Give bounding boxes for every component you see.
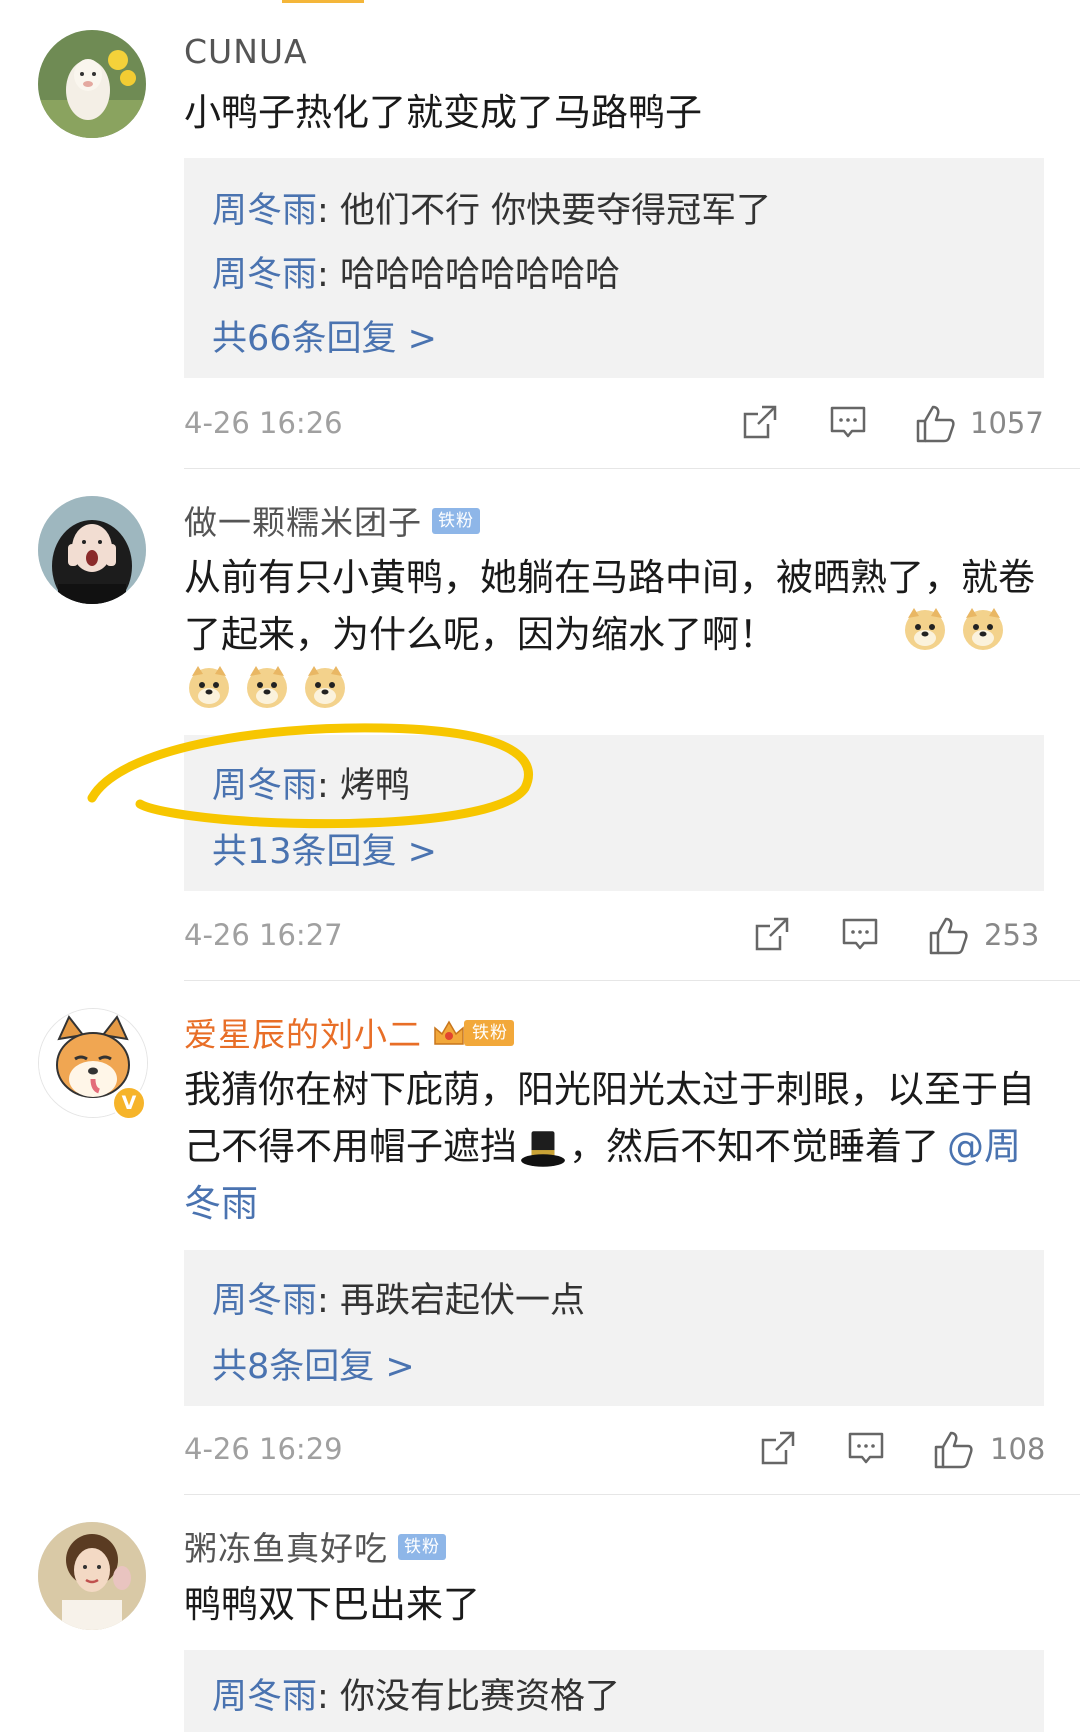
emoji-row — [902, 606, 1006, 652]
reply-author[interactable]: 周冬雨 — [212, 255, 317, 295]
username[interactable]: 做一颗糯米团子 铁粉 — [184, 496, 480, 544]
comment-icon — [830, 406, 866, 438]
reply-separator: : — [317, 191, 340, 231]
fan-badge: 铁粉 — [398, 1533, 446, 1560]
timestamp: 4-26 16:26 — [184, 406, 343, 440]
comment-body: 鸭鸭双下巴出来了 — [184, 1583, 480, 1626]
thumbs-up-icon — [929, 917, 968, 955]
reply-separator: : — [317, 255, 340, 295]
reply-box[interactable]: 周冬雨: 他们不行 你快要夺得冠军了 周冬雨: 哈哈哈哈哈哈哈哈 共66条回复 … — [184, 158, 1044, 378]
thumbs-up-icon — [916, 405, 955, 443]
comment-icon — [848, 1432, 884, 1464]
reply-author[interactable]: 周冬雨 — [212, 766, 317, 806]
share-button[interactable] — [752, 914, 792, 958]
reply-line[interactable]: 周冬雨: 烤鸭 — [212, 757, 410, 808]
like-button[interactable] — [932, 1428, 976, 1472]
timestamp: 4-26 16:27 — [184, 918, 343, 952]
reply-author[interactable]: 周冬雨 — [212, 191, 317, 231]
share-button[interactable] — [740, 402, 780, 446]
divider — [184, 1494, 1080, 1495]
username-text[interactable]: CUNUA — [184, 32, 308, 71]
comment-button[interactable] — [840, 914, 880, 958]
divider — [184, 468, 1080, 469]
fan-badge: 铁粉 — [464, 1019, 514, 1046]
username-text[interactable]: 做一颗糯米团子 — [184, 503, 422, 542]
avatar[interactable] — [38, 30, 146, 138]
share-icon — [743, 405, 777, 439]
comment-meta: 4-26 16:26 1057 — [184, 402, 1044, 446]
reply-text: 再跌宕起伏一点 — [339, 1281, 585, 1321]
more-replies-link[interactable]: 共66条回复 > — [212, 310, 437, 361]
doge-emoji-icon — [305, 666, 345, 708]
like-count: 1057 — [970, 406, 1044, 440]
emoji-row — [186, 664, 348, 710]
like-count: 253 — [984, 918, 1040, 952]
like-count: 108 — [990, 1432, 1046, 1466]
avatar[interactable] — [38, 1522, 146, 1630]
like-button[interactable] — [914, 402, 958, 446]
doge-emoji-icon — [963, 608, 1003, 650]
reply-author[interactable]: 周冬雨 — [212, 1281, 317, 1321]
lamb-avatar-image — [38, 30, 146, 138]
share-button[interactable] — [758, 1428, 798, 1472]
like-button[interactable] — [927, 914, 971, 958]
top-hat-emoji-icon — [521, 1130, 565, 1167]
username-text[interactable]: 粥冻鱼真好吃 — [184, 1529, 388, 1568]
username-text[interactable]: 爱星辰的刘小二 — [184, 1015, 422, 1054]
reply-author[interactable]: 周冬雨 — [212, 1677, 317, 1717]
reply-line[interactable]: 周冬雨: 你没有比赛资格了 — [212, 1668, 620, 1719]
comment-text: 我猜你在树下庇荫，阳光阳光太过于刺眼，以至于自己不得不用帽子遮挡 ，然后不知不觉睡… — [184, 1061, 1054, 1232]
reply-box[interactable]: 周冬雨: 烤鸭 共13条回复 > — [184, 735, 1044, 891]
reply-line[interactable]: 周冬雨: 再跌宕起伏一点 — [212, 1272, 585, 1323]
reply-text: 他们不行 你快要夺得冠军了 — [339, 191, 772, 231]
comment-meta: 4-26 16:27 253 — [184, 914, 1044, 958]
fan-badge: 铁粉 — [432, 507, 480, 534]
reply-separator: : — [317, 766, 340, 806]
reply-text: 你没有比赛资格了 — [339, 1677, 620, 1717]
reply-box[interactable]: 周冬雨: 再跌宕起伏一点 共8条回复 > — [184, 1250, 1044, 1406]
reply-text: 哈哈哈哈哈哈哈哈 — [339, 255, 620, 295]
more-replies-link[interactable]: 共8条回复 > — [212, 1338, 415, 1389]
username[interactable]: 粥冻鱼真好吃 铁粉 — [184, 1522, 446, 1570]
reply-separator: : — [317, 1281, 340, 1321]
thumbs-up-icon — [934, 1431, 973, 1469]
comment-button[interactable] — [846, 1428, 886, 1472]
doge-emoji-icon — [189, 666, 229, 708]
comment-button[interactable] — [828, 402, 868, 446]
reply-box[interactable]: 周冬雨: 你没有比赛资格了 — [184, 1650, 1044, 1732]
doge-emoji-icon — [905, 608, 945, 650]
reply-text: 烤鸭 — [339, 766, 410, 806]
girl-avatar-image — [38, 496, 146, 604]
reply-line[interactable]: 周冬雨: 哈哈哈哈哈哈哈哈 — [212, 246, 620, 297]
comment-icon — [842, 918, 878, 950]
more-replies-link[interactable]: 共13条回复 > — [212, 823, 437, 874]
username[interactable]: CUNUA — [184, 32, 308, 71]
verified-badge-icon: V — [112, 1086, 146, 1120]
top-accent-bar — [282, 0, 364, 3]
crown-icon — [434, 1020, 464, 1045]
reply-separator: : — [317, 1677, 340, 1717]
divider — [184, 980, 1080, 981]
doge-emoji-icon — [247, 666, 287, 708]
comment-body-continued: ，然后不知不觉睡着了 — [569, 1125, 939, 1168]
reply-line[interactable]: 周冬雨: 他们不行 你快要夺得冠军了 — [212, 182, 771, 233]
comment-body: 小鸭子热化了就变成了马路鸭子 — [184, 91, 702, 134]
comment-text: 小鸭子热化了就变成了马路鸭子 — [184, 84, 1054, 141]
share-icon — [761, 1431, 795, 1465]
woman-avatar-image — [38, 1522, 146, 1630]
share-icon — [755, 917, 789, 951]
comment-text: 鸭鸭双下巴出来了 — [184, 1576, 1054, 1633]
timestamp: 4-26 16:29 — [184, 1432, 343, 1466]
comment-meta: 4-26 16:29 108 — [184, 1428, 1046, 1472]
username[interactable]: 爱星辰的刘小二 铁粉 — [184, 1008, 514, 1056]
avatar[interactable] — [38, 496, 146, 604]
